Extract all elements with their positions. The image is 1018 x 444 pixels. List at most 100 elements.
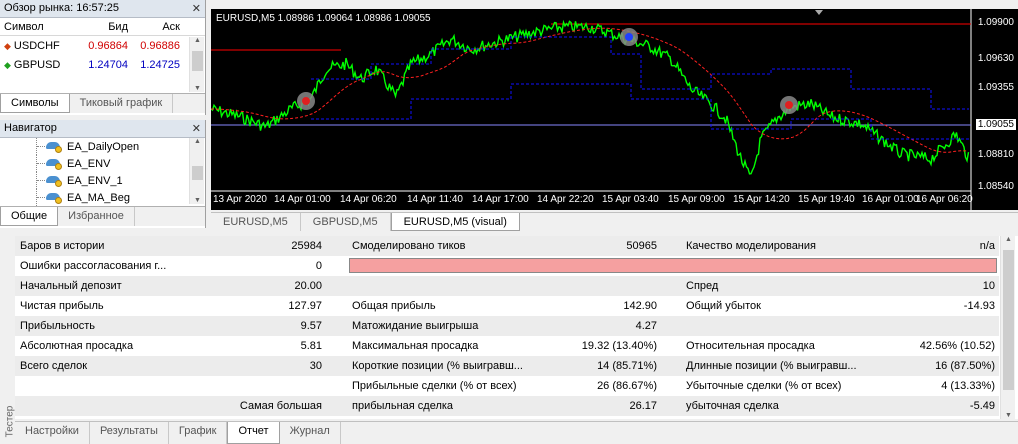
time-label: 16 Apr 06:20: [916, 194, 973, 205]
expert-advisor-icon: [46, 158, 62, 170]
nav-item-label: EA_ENV: [67, 157, 111, 170]
report-value: 0: [315, 260, 322, 272]
market-watch-panel: Обзор рынка: 16:57:25 ✕ Символ Бид Аск ◆…: [0, 0, 206, 115]
nav-item-ea-env[interactable]: EA_ENV: [0, 155, 205, 172]
ask-column-header[interactable]: Аск: [132, 21, 184, 33]
navigator-scrollbar[interactable]: ▲ ▼: [189, 138, 204, 204]
report-row: Начальный депозит 20.00 Спред 10: [15, 276, 999, 296]
time-label: 13 Apr 2020: [213, 194, 267, 205]
market-watch-title-text: Обзор рынка: 16:57:25: [4, 2, 120, 14]
report-label: Убыточные сделки (% от всех): [686, 380, 842, 392]
chart-tabs: EURUSD,M5 GBPUSD,M5 EURUSD,M5 (visual): [211, 212, 1018, 231]
scroll-thumb[interactable]: [192, 51, 203, 71]
navigator-title: Навигатор ✕: [0, 120, 205, 138]
scroll-thumb[interactable]: [192, 166, 203, 180]
tab-symbols[interactable]: Символы: [0, 94, 70, 113]
tab-chart-eurusd[interactable]: EURUSD,M5: [211, 213, 301, 231]
report-scrollbar[interactable]: ▲ ▼: [1000, 236, 1015, 419]
ask-value: 0.96886: [140, 39, 180, 52]
report-label: Максимальная просадка: [352, 340, 479, 352]
tab-graph[interactable]: График: [169, 422, 228, 444]
tab-settings[interactable]: Настройки: [15, 422, 90, 444]
price-label: 1.09355: [977, 82, 1014, 93]
price-label: 1.08810: [977, 149, 1014, 160]
report-label: Смоделировано тиков: [352, 240, 466, 252]
up-arrow-icon: ◆: [4, 59, 11, 70]
time-label: 14 Apr 17:00: [472, 194, 529, 205]
report-label: Всего сделок: [20, 360, 88, 372]
report-label: Относительная просадка: [686, 340, 815, 352]
report-value: 14 (85.71%): [597, 360, 657, 372]
report-value: -5.49: [969, 400, 995, 412]
tab-report[interactable]: Отчет: [227, 422, 280, 444]
time-label: 15 Apr 14:20: [733, 194, 790, 205]
expert-advisor-icon: [46, 192, 62, 204]
scroll-up-icon[interactable]: ▲: [1001, 236, 1016, 243]
report-row: Чистая прибыль 127.97 Общая прибыль 142.…: [15, 296, 999, 316]
scroll-up-icon[interactable]: ▲: [190, 37, 205, 44]
tab-chart-gbpusd[interactable]: GBPUSD,M5: [301, 213, 391, 231]
report-value: 25984: [291, 240, 322, 252]
chart-canvas: [211, 9, 972, 210]
tab-tick-chart[interactable]: Тиковый график: [70, 94, 174, 113]
report-label: Короткие позиции (% выигравш...: [352, 360, 523, 372]
report-value: 42.56% (10.52): [919, 340, 995, 352]
scroll-up-icon[interactable]: ▲: [190, 138, 205, 145]
tester-report: Баров в истории 25984 Смоделировано тико…: [15, 236, 1018, 419]
report-value: 4.27: [635, 320, 657, 332]
tab-journal[interactable]: Журнал: [280, 422, 341, 444]
price-line: [211, 19, 970, 175]
market-row-usdchf[interactable]: ◆ USDCHF 0.96864 0.96886: [0, 36, 205, 55]
report-value: 30: [309, 360, 322, 372]
tab-favorites[interactable]: Избранное: [58, 207, 135, 226]
bid-column-header[interactable]: Бид: [82, 21, 132, 33]
symbol-column-header[interactable]: Символ: [0, 21, 82, 33]
market-row-gbpusd[interactable]: ◆ GBPUSD 1.24704 1.24725: [0, 55, 205, 74]
down-arrow-icon: ◆: [4, 40, 11, 51]
tab-general[interactable]: Общие: [0, 207, 59, 226]
current-price-label: 1.09055: [975, 119, 1016, 130]
chart-title: EURUSD,M5 1.08986 1.09064 1.08986 1.0905…: [216, 13, 431, 24]
tab-results[interactable]: Результаты: [90, 422, 169, 444]
nav-item-ea-ma-beg[interactable]: EA_MA_Beg: [0, 189, 205, 206]
scroll-down-icon[interactable]: ▼: [1001, 412, 1016, 419]
report-label: Прибыльные сделки (% от всех): [352, 380, 517, 392]
close-icon[interactable]: ✕: [192, 2, 201, 15]
scroll-down-icon[interactable]: ▼: [190, 85, 205, 92]
report-label: Начальный депозит: [20, 280, 122, 292]
expert-advisor-icon: [46, 175, 62, 187]
bid-value: 1.24704: [88, 58, 128, 71]
expert-advisor-icon: [46, 141, 62, 153]
trade-marker-core-icon: [302, 97, 310, 105]
nav-item-label: EA_ENV_1: [67, 174, 123, 187]
bid-value: 0.96864: [88, 39, 128, 52]
price-label: 1.09900: [977, 17, 1014, 28]
scroll-thumb[interactable]: [1003, 250, 1014, 390]
time-label: 15 Apr 03:40: [602, 194, 659, 205]
nav-item-ea-dailyopen[interactable]: EA_DailyOpen: [0, 138, 205, 155]
report-label: Прибыльность: [20, 320, 95, 332]
navigator-title-text: Навигатор: [4, 122, 57, 134]
report-value: 10: [982, 280, 995, 292]
report-label: Самая большая: [239, 400, 322, 412]
report-row: Баров в истории 25984 Смоделировано тико…: [15, 236, 999, 256]
report-label: Ошибки рассогласования г...: [20, 260, 167, 272]
time-label: 16 Apr 01:00: [862, 194, 919, 205]
report-value: 50965: [626, 240, 657, 252]
report-row: Прибыльные сделки (% от всех) 26 (86.67%…: [15, 376, 999, 396]
report-row: Абсолютная просадка 5.81 Максимальная пр…: [15, 336, 999, 356]
market-scrollbar[interactable]: ▲ ▼: [189, 37, 204, 92]
modeling-quality-bar: [349, 258, 997, 273]
time-label: 14 Apr 11:40: [407, 194, 463, 205]
tab-chart-eurusd-visual[interactable]: EURUSD,M5 (visual): [390, 213, 520, 231]
nav-item-ea-env-1[interactable]: EA_ENV_1: [0, 172, 205, 189]
close-icon[interactable]: ✕: [192, 122, 201, 135]
price-chart[interactable]: EURUSD,M5 1.08986 1.09064 1.08986 1.0905…: [211, 9, 1018, 210]
report-value: 26 (86.67%): [597, 380, 657, 392]
report-label: Спред: [686, 280, 719, 292]
scroll-down-icon[interactable]: ▼: [190, 197, 205, 204]
report-row: Прибыльность 9.57 Матожидание выигрыша 4…: [15, 316, 999, 336]
time-label: 15 Apr 19:40: [798, 194, 855, 205]
report-row: Ошибки рассогласования г... 0: [15, 256, 999, 276]
tester-tabs: Настройки Результаты График Отчет Журнал: [15, 421, 1018, 444]
